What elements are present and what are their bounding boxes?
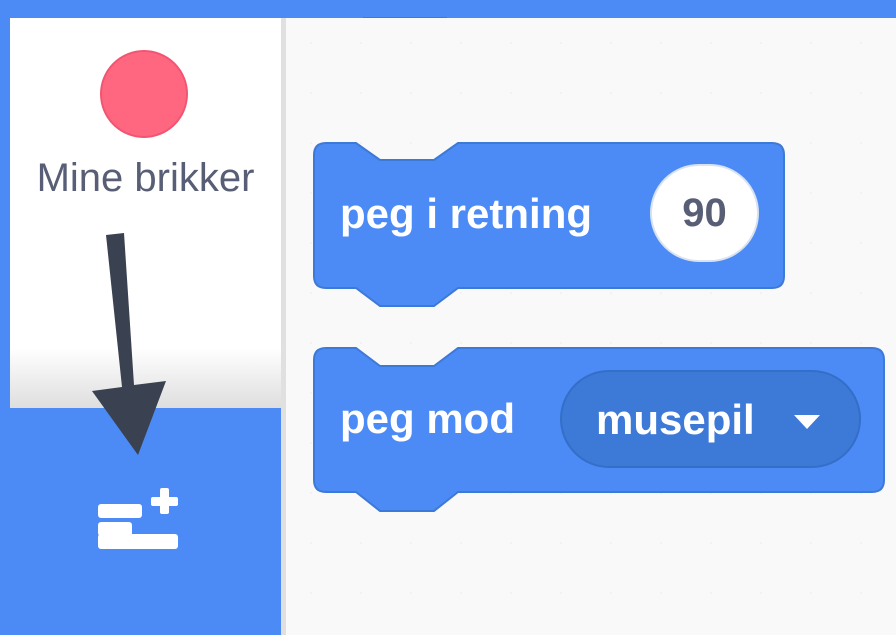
editor-frame: Mine brikker [10,18,896,635]
block-point-towards-label: peg mod [340,395,515,442]
direction-number-input[interactable]: 90 [650,164,759,262]
category-my-blocks[interactable]: Mine brikker [10,46,281,221]
dropdown-value: musepil [596,396,755,443]
add-extension-icon[interactable] [96,486,186,556]
point-towards-dropdown[interactable]: musepil [560,370,861,468]
category-label: Mine brikker [36,156,255,200]
block-palette-workspace [286,18,896,635]
block-point-in-direction-label: peg i retning [340,190,592,237]
category-color-dot [100,50,188,138]
extension-panel[interactable] [10,408,281,635]
chevron-down-icon [794,415,820,429]
category-fade [10,348,281,408]
category-panel: Mine brikker [10,18,281,635]
